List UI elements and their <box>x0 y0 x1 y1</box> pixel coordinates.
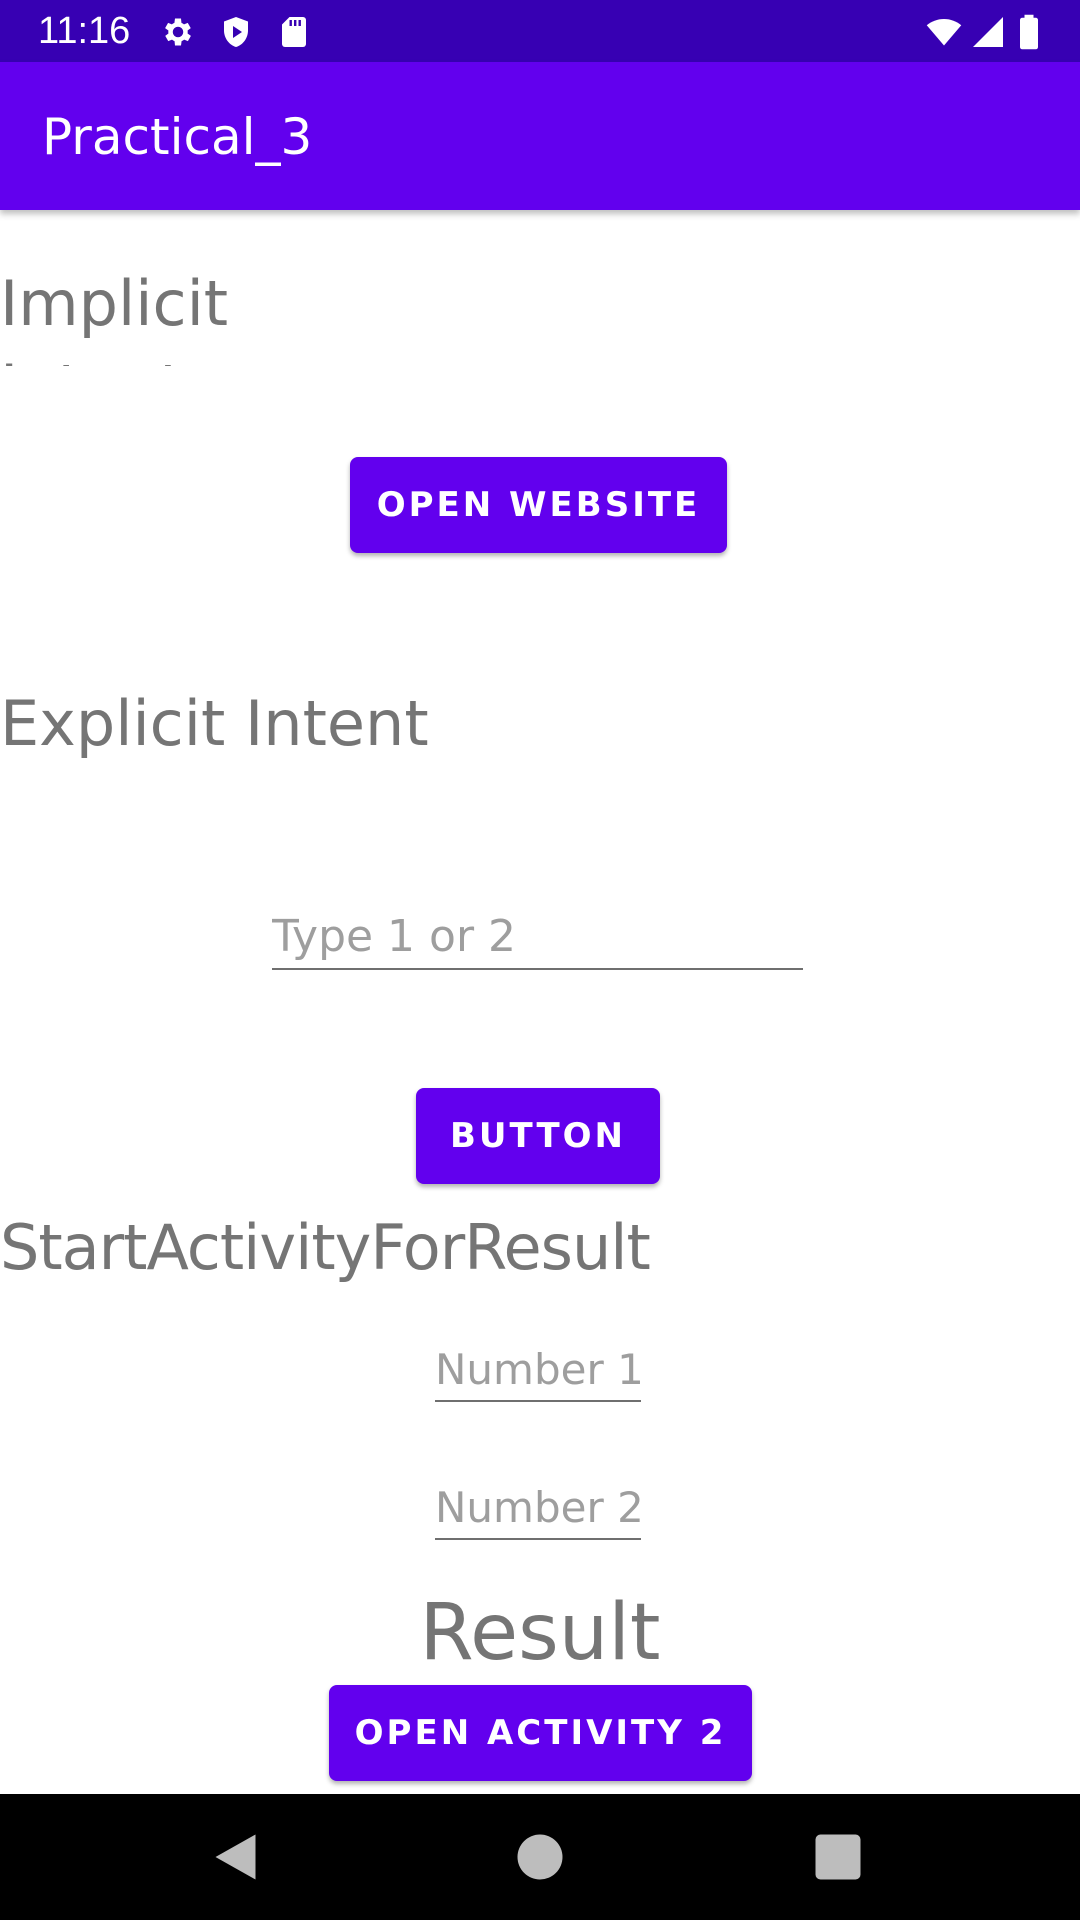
sd-card-icon <box>276 14 312 50</box>
number1-input[interactable] <box>435 1345 641 1400</box>
app-title: Practical_3 <box>42 108 313 166</box>
open-website-button[interactable]: OPEN WEBSITE <box>350 457 727 553</box>
start-activity-for-result-label: StartActivityForResult <box>0 1211 651 1284</box>
implicit-intent-label: Implicit Intent <box>0 267 229 366</box>
gear-icon <box>160 14 196 50</box>
shield-icon <box>218 14 254 50</box>
result-label: Result <box>419 1588 661 1678</box>
explicit-intent-label: Explicit Intent <box>0 687 429 760</box>
number2-input[interactable] <box>435 1483 641 1538</box>
number2-field[interactable] <box>435 1468 641 1540</box>
implicit-intent-label-container: Implicit Intent <box>0 262 260 366</box>
status-bar: 11:16 <box>0 0 1080 62</box>
signal-icon <box>970 14 1006 50</box>
battery-icon <box>1014 14 1044 50</box>
back-icon[interactable] <box>208 1827 268 1887</box>
explicit-button[interactable]: BUTTON <box>416 1088 660 1184</box>
open-activity-2-button[interactable]: OPEN ACTIVITY 2 <box>329 1685 752 1781</box>
status-time: 11:16 <box>38 10 131 52</box>
type-input-field[interactable] <box>272 896 803 970</box>
type-input[interactable] <box>272 911 803 968</box>
wifi-icon <box>922 14 966 50</box>
number1-field[interactable] <box>435 1330 641 1402</box>
navigation-bar <box>0 1794 1080 1920</box>
app-bar: Practical_3 <box>0 62 1080 210</box>
home-icon[interactable] <box>510 1827 570 1887</box>
screen: 11:16 Practical_3 Implicit Intent OPEN W… <box>0 0 1080 1920</box>
recents-icon[interactable] <box>808 1827 868 1887</box>
